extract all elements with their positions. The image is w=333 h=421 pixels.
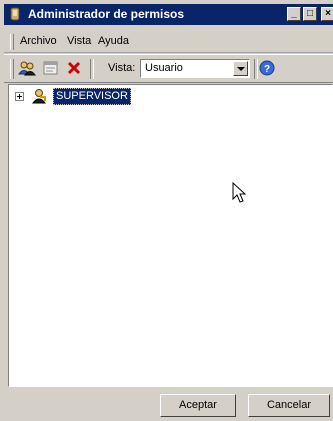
users-icon[interactable]	[18, 59, 36, 77]
properties-icon[interactable]	[42, 59, 60, 77]
vista-select-value: Usuario	[145, 62, 183, 74]
toolbar: Vista: Usuario ?	[4, 54, 333, 83]
delete-icon[interactable]	[65, 59, 83, 77]
close-icon: ×	[325, 8, 331, 19]
menu-vista[interactable]: Vista	[67, 35, 91, 47]
menu-archivo[interactable]: Archivo	[20, 35, 57, 47]
mouse-pointer-icon	[232, 182, 247, 203]
menu-ayuda[interactable]: Ayuda	[98, 35, 129, 47]
window-title: Administrador de permisos	[28, 7, 185, 21]
close-button[interactable]: ×	[321, 7, 333, 21]
toolbar-grip	[10, 59, 14, 79]
cancel-button[interactable]: Cancelar	[248, 394, 330, 417]
permissions-tree[interactable]: SUPERVISOR	[8, 84, 333, 387]
minimize-icon: _	[291, 8, 297, 19]
menu-bar: Archivo Vista Ayuda	[4, 30, 333, 53]
accept-button[interactable]: Aceptar	[160, 394, 236, 417]
app-icon	[10, 7, 20, 21]
chevron-down-icon[interactable]	[233, 61, 248, 76]
maximize-icon: □	[306, 8, 314, 19]
toolbar-separator	[90, 59, 94, 79]
vista-select[interactable]: Usuario	[140, 59, 250, 78]
permissions-window: Administrador de permisos _ □ × Archivo …	[0, 0, 333, 421]
expand-plus-icon[interactable]	[15, 92, 24, 101]
vista-label: Vista:	[108, 62, 136, 74]
title-bar[interactable]: Administrador de permisos _ □ ×	[4, 4, 333, 25]
menubar-grip	[10, 34, 14, 50]
user-icon	[31, 89, 47, 104]
minimize-button[interactable]: _	[287, 7, 301, 21]
tree-node-label[interactable]: SUPERVISOR	[53, 88, 131, 105]
maximize-button[interactable]: □	[303, 7, 317, 21]
help-icon[interactable]: ?	[258, 59, 276, 77]
svg-text:?: ?	[264, 64, 270, 75]
